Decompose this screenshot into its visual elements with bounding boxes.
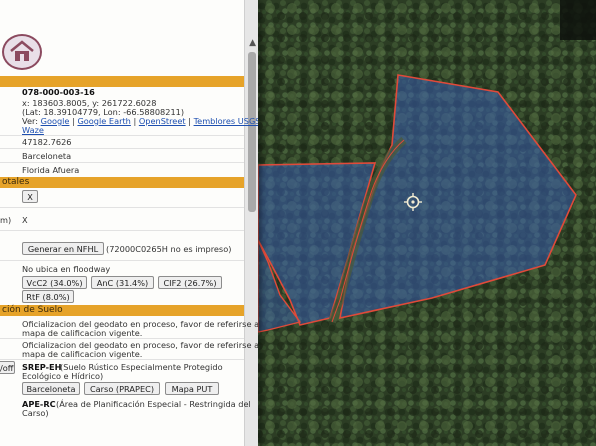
srep-desc-2: Ecológico e Hídrico) xyxy=(22,371,104,381)
divider xyxy=(0,162,244,163)
plan-button-barceloneta[interactable]: Barceloneta xyxy=(22,382,80,395)
barrio-value: Florida Afuera xyxy=(22,165,80,175)
section-header-bar xyxy=(0,76,244,87)
ape-desc-2: Carso) xyxy=(22,408,49,418)
soil-button-anc[interactable]: AnC (31.4%) xyxy=(91,276,154,289)
divider xyxy=(0,338,244,339)
link-google-earth[interactable]: Google Earth xyxy=(77,116,130,126)
m-value: X xyxy=(22,215,28,225)
link-waze[interactable]: Waze xyxy=(22,125,44,135)
calificacion-note-1b: mapa de calificacion vigente. xyxy=(22,328,143,338)
link-google[interactable]: Google xyxy=(41,116,70,126)
toggle-off-button[interactable]: /off xyxy=(0,361,15,374)
ape-desc-1: (Área de Planificación Especial - Restri… xyxy=(56,399,251,409)
panel-scrollbar[interactable]: ▲ xyxy=(244,0,258,446)
section-header-totales: otales xyxy=(0,177,244,188)
parcel-id: 078-000-003-16 xyxy=(22,87,95,97)
divider xyxy=(0,359,244,360)
divider xyxy=(0,135,244,136)
generate-nfhl-button[interactable]: Generar en NFHL xyxy=(22,242,104,255)
divider xyxy=(0,260,244,261)
parcel-info-panel: ▲ 078-000-003-16 x: 183603.8005, y: 2617… xyxy=(0,0,258,446)
municipio-value: Barceloneta xyxy=(22,151,72,161)
x-button[interactable]: X xyxy=(22,190,38,203)
divider xyxy=(0,207,244,208)
scrollbar-thumb[interactable] xyxy=(248,52,256,212)
divider xyxy=(0,230,244,231)
soil-button-rtf[interactable]: RtF (8.0%) xyxy=(22,290,74,303)
calificacion-note-2b: mapa de calificacion vigente. xyxy=(22,349,143,359)
m-label: m) xyxy=(0,215,12,225)
floodway-status: No ubica en floodway xyxy=(22,264,111,274)
nfhl-note: (72000C0265H no es impreso) xyxy=(106,244,232,254)
scroll-up-icon[interactable]: ▲ xyxy=(249,38,256,48)
view-links-row: Ver: Google | Google Earth | OpenStreet … xyxy=(22,116,258,126)
logo xyxy=(0,30,60,70)
link-openstreet[interactable]: OpenStreet xyxy=(139,116,186,126)
area-value: 47182.7626 xyxy=(22,137,72,147)
divider xyxy=(0,148,244,149)
link-temblores-usgs[interactable]: Temblores USGS xyxy=(194,116,258,126)
house-icon xyxy=(2,34,42,70)
soil-button-vcc2[interactable]: VcC2 (34.0%) xyxy=(22,276,87,289)
plan-button-mapa-put[interactable]: Mapa PUT xyxy=(165,382,219,395)
section-header-suelo: ción de Suelo xyxy=(0,305,244,316)
soil-button-cif2[interactable]: CIF2 (26.7%) xyxy=(158,276,222,289)
plan-button-carso-prapec[interactable]: Carso (PRAPEC) xyxy=(84,382,160,395)
